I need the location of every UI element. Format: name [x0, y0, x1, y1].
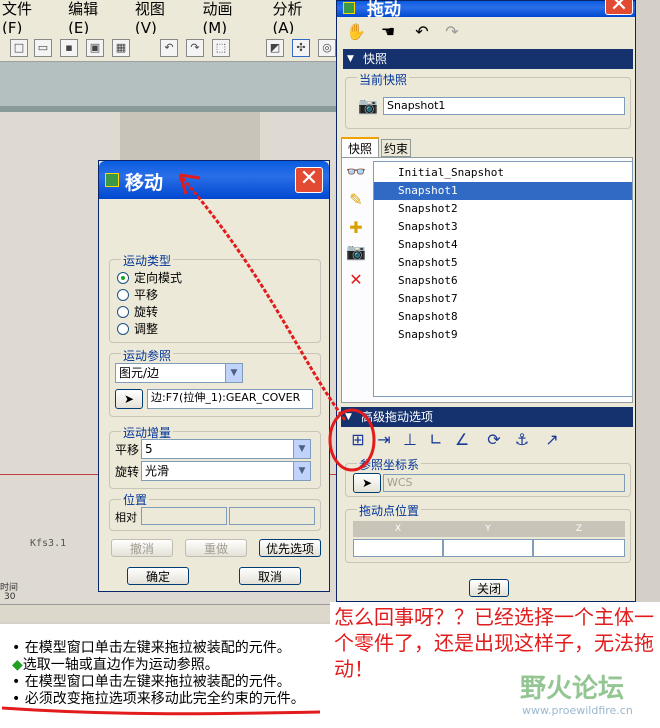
watermark-url: www.proewildfire.cn: [522, 704, 633, 717]
annotation-circle: [328, 408, 376, 472]
annotation-arrow: [178, 174, 347, 421]
watermark-text: 野火论坛: [520, 674, 625, 704]
annotation-underline: [1, 706, 321, 716]
